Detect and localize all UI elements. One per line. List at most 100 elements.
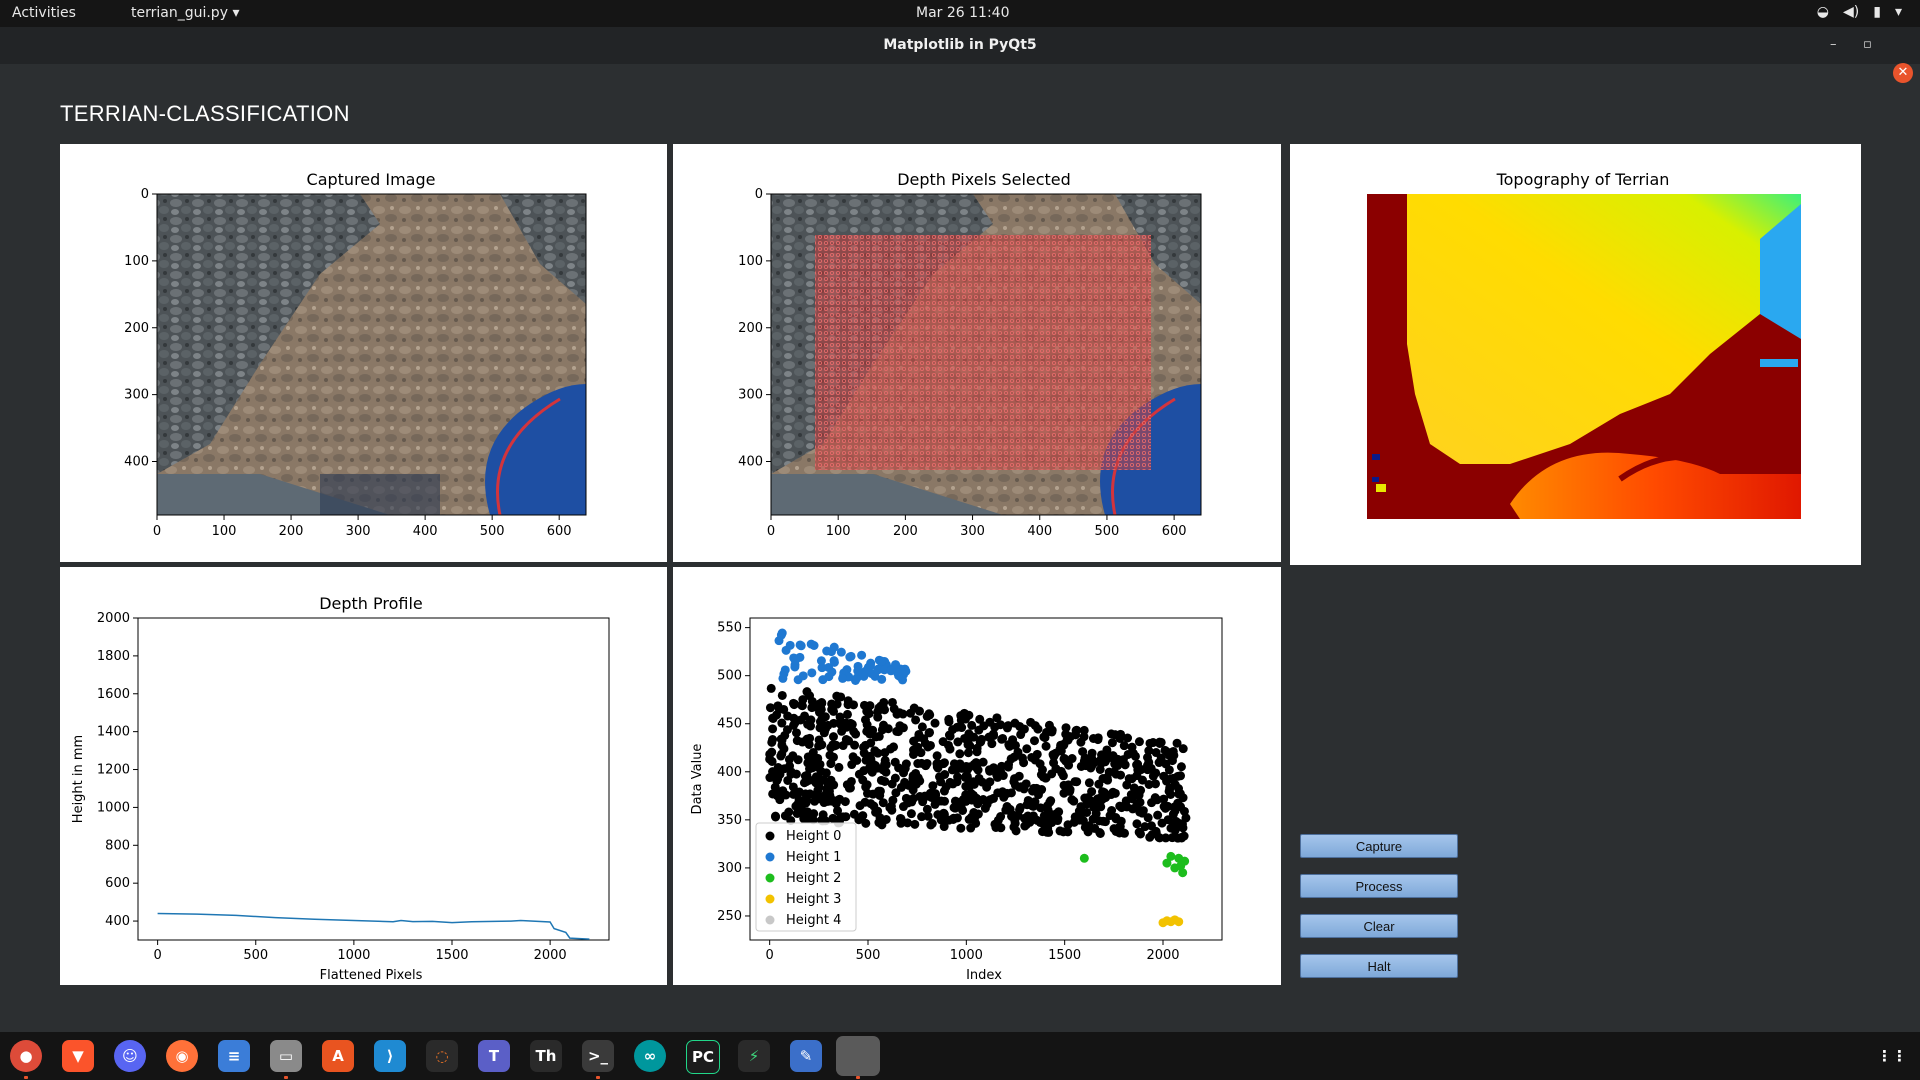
chrome-icon[interactable]: ● (10, 1040, 42, 1072)
window-titlebar[interactable]: Matplotlib in PyQt5 – ▫ ✕ (0, 27, 1920, 83)
scatter-point (1145, 738, 1155, 748)
scatter-point (832, 691, 842, 701)
brave-icon[interactable]: ▼ (62, 1040, 94, 1072)
y-tick-label: 400 (738, 455, 763, 470)
scatter-point (956, 823, 966, 833)
x-tick-label: 1000 (950, 948, 983, 963)
clear-button[interactable]: Clear (1300, 914, 1458, 938)
terminal-icon[interactable]: >_ (582, 1040, 614, 1072)
scatter-point (795, 640, 805, 650)
arduino-icon[interactable]: ∞ (634, 1040, 666, 1072)
legend-marker (765, 831, 775, 841)
scatter-point (952, 764, 962, 774)
scatter-point (862, 706, 872, 716)
pycharm-icon[interactable]: PC (686, 1040, 720, 1074)
scatter-point (907, 797, 917, 807)
scatter-point (1080, 753, 1090, 763)
minimize-icon[interactable]: – (1830, 37, 1837, 52)
app-menu[interactable]: terrian_gui.py ▾ (131, 5, 239, 21)
scatter-point (945, 731, 955, 741)
scatter-point (964, 814, 974, 824)
scatter-point (1023, 811, 1033, 821)
legend-label: Height 0 (786, 829, 841, 844)
scatter-point (789, 713, 799, 723)
legend-label: Height 3 (786, 892, 841, 907)
scatter-point (1165, 751, 1175, 761)
discord-icon[interactable]: ☺ (114, 1040, 146, 1072)
scatter-point (944, 714, 954, 724)
scatter-point (1151, 828, 1161, 838)
python-window-icon[interactable] (836, 1036, 880, 1076)
depth-profile-xlabel: Flattened Pixels (320, 968, 423, 983)
x-tick-label: 200 (279, 524, 304, 539)
depth-pixels-y-ticks: 0 100 200 300 400 (738, 187, 771, 470)
vscode-icon[interactable]: ⟩ (374, 1040, 406, 1072)
scatter-point (987, 739, 997, 749)
font-manager-icon[interactable]: Th (530, 1040, 562, 1072)
scatter-point (772, 776, 782, 786)
scatter-point (788, 698, 798, 708)
running-indicator (596, 1076, 600, 1079)
firefox-icon[interactable]: ◉ (166, 1040, 198, 1072)
scatter-point (779, 744, 789, 754)
scatter-point (1100, 817, 1110, 827)
clock[interactable]: Mar 26 11:40 (916, 5, 1009, 21)
scatter-point (1078, 816, 1088, 826)
scatter-point (1113, 826, 1123, 836)
wifi-icon: ◒ (1816, 4, 1830, 20)
process-button[interactable]: Process (1300, 874, 1458, 898)
scatter-point (821, 768, 831, 778)
scatter-point (1043, 801, 1053, 811)
x-tick-label: 100 (212, 524, 237, 539)
app-grid-icon[interactable]: ⋮⋮ (1876, 1040, 1908, 1072)
scatter-point (887, 779, 897, 789)
depth-pixels-image (771, 194, 1201, 515)
running-indicator (856, 1076, 860, 1079)
depth-profile-title: Depth Profile (319, 594, 423, 613)
software-center-icon[interactable]: A (322, 1040, 354, 1072)
scatter-point (833, 795, 843, 805)
halt-button[interactable]: Halt (1300, 954, 1458, 978)
close-icon[interactable]: ✕ (1893, 63, 1913, 83)
scatter-point (781, 790, 791, 800)
x-tick-label: 1500 (435, 948, 468, 963)
scatter-point (880, 755, 890, 765)
legend-label: Height 2 (786, 871, 841, 886)
scatter-point (1029, 736, 1039, 746)
scatter-point (802, 807, 812, 817)
powerup-icon[interactable]: ⚡ (738, 1040, 770, 1072)
scatter-point (788, 751, 798, 761)
maximize-icon[interactable]: ▫ (1863, 37, 1872, 52)
scatter-point (842, 709, 852, 719)
scatter-point (936, 777, 946, 787)
scatter-point (877, 674, 887, 684)
activities-button[interactable]: Activities (12, 5, 76, 21)
scatter-point (881, 767, 891, 777)
teams-icon[interactable]: T (478, 1040, 510, 1072)
captured-image-panel: Captured Image 0 100 200 300 400 500 600 0 100 2… (60, 144, 667, 562)
scatter-point (834, 762, 844, 772)
scatter-point (817, 740, 827, 750)
x-tick-label: 500 (1095, 524, 1120, 539)
scatter-point (785, 640, 795, 650)
capture-button[interactable]: Capture (1300, 834, 1458, 858)
scatter-point (806, 639, 816, 649)
files-icon[interactable]: ▭ (270, 1040, 302, 1072)
scatter-point (808, 748, 818, 758)
system-tray[interactable]: ◒ ◀) ▮ ▾ (1817, 4, 1902, 20)
scatter-point (784, 807, 794, 817)
scatter-point (1023, 795, 1033, 805)
jupyter-icon[interactable]: ◌ (426, 1040, 458, 1072)
scatter-point (1061, 723, 1071, 733)
notes-icon[interactable]: ✎ (790, 1040, 822, 1072)
scatter-point (837, 726, 847, 736)
scatter-point (871, 732, 881, 742)
scatter-point (1127, 742, 1137, 752)
scatter-point (1109, 767, 1119, 777)
scatter-point (811, 772, 821, 782)
scatter-point (826, 759, 836, 769)
text-editor-icon[interactable]: ≡ (218, 1040, 250, 1072)
scatter-point (1082, 799, 1092, 809)
x-tick-label: 2000 (534, 948, 567, 963)
y-tick-label: 1800 (97, 649, 130, 664)
